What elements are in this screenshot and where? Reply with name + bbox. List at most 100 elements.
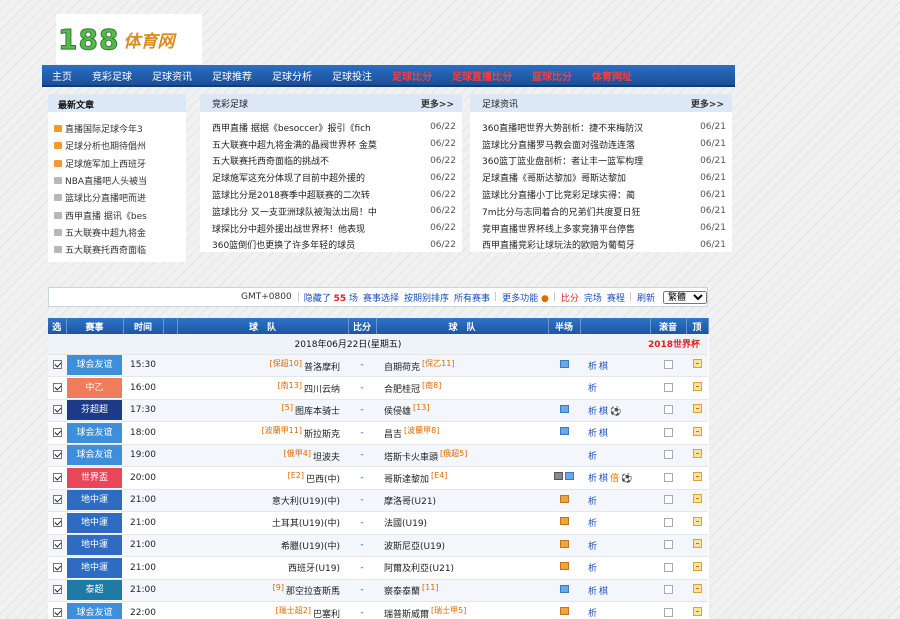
analysis-link[interactable]: 析 — [588, 362, 597, 372]
select-checkbox[interactable] — [52, 562, 62, 572]
away-team[interactable]: 法國(U19) — [384, 519, 427, 529]
finished-link[interactable]: 完场 — [584, 291, 602, 304]
analysis-link[interactable]: 析 — [588, 429, 597, 439]
select-checkbox[interactable] — [52, 585, 62, 595]
score[interactable]: - — [348, 466, 376, 490]
analysis-link[interactable]: 棋 — [599, 587, 608, 597]
news-item[interactable]: 竞甲直播世界杯线上多家竞猜平台停售 06/21 — [482, 220, 726, 237]
news-item[interactable]: 360篮倒们也更换了许多年轻的球员 06/22 — [212, 237, 456, 254]
pin-top-icon[interactable] — [692, 359, 702, 369]
away-team[interactable]: 波斯尼亞(U19) — [384, 542, 445, 552]
home-team[interactable]: 图库本骑士 — [295, 407, 340, 417]
pin-top-icon[interactable] — [692, 561, 702, 571]
league-badge[interactable]: 地中運 — [67, 557, 122, 578]
tv-icon[interactable] — [553, 472, 563, 481]
analysis-link[interactable]: 析 — [588, 384, 597, 394]
pin-top-icon[interactable] — [692, 494, 702, 504]
news-item[interactable]: 五大联赛托西奇面临的挑战不 06/22 — [212, 153, 456, 170]
score[interactable]: - — [348, 534, 376, 557]
nav-item-7[interactable]: 足球直播比分 — [442, 68, 522, 83]
animation-icon[interactable] — [559, 494, 569, 503]
latest-article-item[interactable]: 足球施军加上西班牙 — [54, 155, 186, 172]
pin-top-icon[interactable] — [692, 449, 702, 459]
analysis-link[interactable]: 棋 — [599, 474, 608, 484]
select-events-link[interactable]: 赛事选择 — [363, 291, 399, 304]
home-team[interactable]: 普洛摩利 — [304, 363, 340, 373]
analysis-link[interactable]: 析 — [588, 452, 597, 462]
league-badge[interactable]: 地中運 — [67, 512, 122, 533]
pin-top-icon[interactable] — [692, 606, 702, 616]
home-team[interactable]: 西班牙(U19) — [288, 564, 340, 574]
analysis-link[interactable]: 析 — [588, 587, 597, 597]
score[interactable]: - — [348, 421, 376, 445]
nav-item-0[interactable]: 主页 — [42, 68, 82, 83]
league-badge[interactable]: 中乙 — [67, 377, 122, 398]
score[interactable]: - — [348, 511, 376, 535]
football-news-more-link[interactable]: 更多>> — [691, 97, 724, 110]
away-team[interactable]: 阿爾及利亞(U21) — [384, 564, 454, 574]
league-badge[interactable]: 地中運 — [67, 490, 122, 511]
sort-by-period-link[interactable]: 按期别排序 — [404, 291, 449, 304]
sound-checkbox[interactable] — [663, 585, 673, 595]
sound-checkbox[interactable] — [663, 360, 673, 370]
nav-item-2[interactable]: 足球资讯 — [142, 68, 202, 83]
tv-icon[interactable] — [559, 404, 569, 413]
news-item[interactable]: 西甲直播 据据《besoccer》报引《fich 06/22 — [212, 119, 456, 136]
latest-article-item[interactable]: 足球分析也期待倡州 — [54, 137, 186, 154]
sound-checkbox[interactable] — [663, 495, 673, 505]
pin-top-icon[interactable] — [692, 539, 702, 549]
away-team[interactable]: 塔斯卡火車頭 — [384, 453, 438, 463]
away-team[interactable]: 察泰泰蘭 — [384, 587, 420, 597]
nav-item-6[interactable]: 足球比分 — [382, 68, 442, 83]
sound-checkbox[interactable] — [663, 427, 673, 437]
analysis-link[interactable]: 棋 — [599, 362, 608, 372]
live-icon[interactable] — [565, 472, 575, 481]
league-badge[interactable]: 球会友谊 — [67, 355, 122, 376]
home-team[interactable]: 四川云纳 — [304, 385, 340, 395]
pin-top-icon[interactable] — [692, 471, 702, 481]
news-item[interactable]: 西甲直播竞彩让球玩法的欧赔为葡萄牙 06/21 — [482, 237, 726, 254]
analysis-link[interactable]: 析 — [588, 564, 597, 574]
nav-item-5[interactable]: 足球投注 — [322, 68, 382, 83]
home-team[interactable]: 斯拉斯克 — [304, 430, 340, 440]
news-item[interactable]: 360直播吧世界大势剖析：捷不来梅防汉 06/21 — [482, 119, 726, 136]
news-item[interactable]: 足球直播《哥斯达黎加》哥斯达黎加 06/21 — [482, 169, 726, 186]
score[interactable]: - — [348, 399, 376, 422]
analysis-link[interactable]: 倍 — [610, 474, 619, 484]
pin-top-icon[interactable] — [692, 516, 702, 526]
sound-checkbox[interactable] — [663, 472, 673, 482]
league-badge[interactable]: 球会友谊 — [67, 445, 122, 466]
news-item[interactable]: 球探比分中超外援出战世界杯！他表现 06/22 — [212, 220, 456, 237]
sound-checkbox[interactable] — [663, 450, 673, 460]
score[interactable]: - — [348, 354, 376, 377]
live-icon[interactable] — [559, 584, 569, 593]
select-checkbox[interactable] — [52, 517, 62, 527]
score[interactable]: - — [348, 444, 376, 467]
pin-top-icon[interactable] — [692, 381, 702, 391]
nav-item-3[interactable]: 足球推荐 — [202, 68, 262, 83]
all-events-link[interactable]: 所有赛事 — [454, 291, 490, 304]
select-checkbox[interactable] — [52, 360, 62, 370]
away-team[interactable]: 合肥桂冠 — [384, 385, 420, 395]
animation-icon[interactable] — [559, 562, 569, 571]
league-badge[interactable]: 球会友谊 — [67, 602, 122, 619]
analysis-link[interactable]: 析 — [588, 407, 597, 417]
pin-top-icon[interactable] — [692, 426, 702, 436]
analysis-link[interactable]: 棋 — [599, 407, 608, 417]
analysis-link[interactable]: 析 — [588, 497, 597, 507]
home-team[interactable]: 坦波夫 — [313, 453, 340, 463]
animation-icon[interactable] — [559, 607, 569, 616]
live-icon[interactable] — [559, 427, 569, 436]
away-team[interactable]: 昌吉 — [384, 430, 402, 440]
score-link[interactable]: 比分 — [561, 291, 579, 304]
select-checkbox[interactable] — [52, 405, 62, 415]
select-checkbox[interactable] — [52, 472, 62, 482]
select-checkbox[interactable] — [52, 540, 62, 550]
analysis-link[interactable]: 析 — [588, 474, 597, 484]
home-team[interactable]: 希臘(U19)(中) — [281, 542, 340, 552]
home-team[interactable]: 巴塞利 — [313, 610, 340, 619]
away-team[interactable]: 哥斯達黎加 — [384, 475, 429, 485]
score[interactable]: - — [348, 489, 376, 512]
analysis-link[interactable]: 析 — [588, 542, 597, 552]
league-badge[interactable]: 世界盃 — [67, 467, 122, 488]
